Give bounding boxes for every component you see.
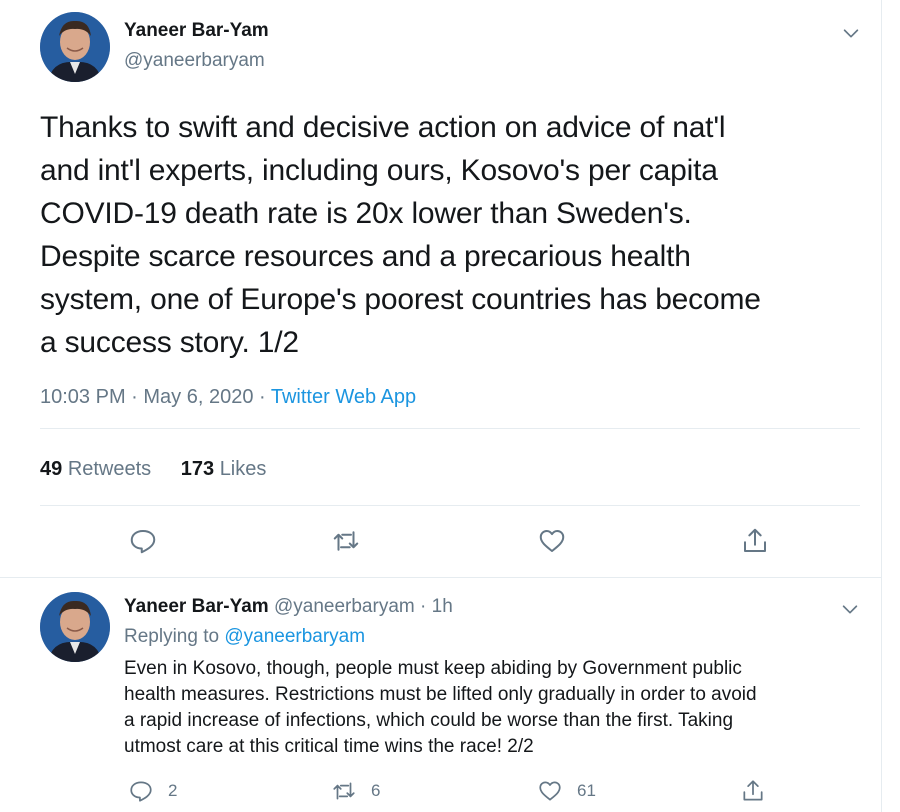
reply-count: 2 [168, 781, 178, 800]
retweet-icon [333, 782, 355, 800]
likes-stat[interactable]: 173 Likes [181, 458, 267, 481]
retweet-button[interactable]: 6 [331, 778, 380, 804]
tweet-text: Even in Kosovo, though, people must keep… [124, 658, 757, 757]
divider [40, 505, 860, 506]
chevron-down-icon[interactable] [840, 22, 862, 44]
like-icon [539, 530, 565, 552]
reply-icon [130, 781, 152, 802]
author-handle[interactable]: @yaneerbaryam [124, 50, 265, 72]
replying-to-link[interactable]: @yaneerbaryam [224, 626, 365, 647]
chevron-down-icon[interactable] [839, 598, 861, 620]
reply-header: Yaneer Bar-Yam @yaneerbaryam · 1h [124, 596, 453, 618]
tweet-source-link[interactable]: Twitter Web App [271, 386, 416, 408]
retweet-count: 6 [371, 781, 381, 800]
retweet-icon [333, 531, 359, 551]
like-button[interactable]: 61 [537, 778, 596, 804]
tweet-timestamp[interactable]: 10:03 PM · May 6, 2020 · [40, 386, 271, 408]
author-handle[interactable]: @yaneerbaryam [274, 596, 415, 617]
replying-prefix: Replying to [124, 626, 225, 647]
retweets-count: 49 [40, 458, 63, 480]
reply-button[interactable] [128, 526, 158, 556]
like-button[interactable] [537, 526, 567, 556]
likes-count: 173 [180, 458, 215, 480]
tweet-meta: 10:03 PM · May 6, 2020 · Twitter Web App [40, 386, 416, 409]
tweet-thread: Yaneer Bar-Yam @yaneerbaryam Thanks to s… [0, 0, 882, 812]
retweet-button[interactable] [331, 526, 361, 556]
avatar[interactable] [40, 12, 110, 82]
tweet-timestamp[interactable]: · 1h [420, 596, 453, 617]
main-tweet: Yaneer Bar-Yam @yaneerbaryam Thanks to s… [0, 0, 882, 578]
reply-icon [130, 530, 156, 554]
author-name[interactable]: Yaneer Bar-Yam [124, 596, 269, 617]
like-count: 61 [577, 781, 596, 800]
likes-label: Likes [219, 458, 267, 480]
tweet-stats: 49 Retweets 173 Likes [40, 458, 290, 481]
reply-button[interactable]: 2 [128, 778, 177, 804]
author-name[interactable]: Yaneer Bar-Yam [124, 20, 269, 42]
share-icon [744, 528, 766, 552]
retweets-label: Retweets [67, 458, 152, 480]
retweets-stat[interactable]: 49 Retweets [40, 458, 151, 481]
divider [40, 428, 860, 429]
share-button[interactable] [740, 526, 770, 556]
share-button[interactable] [740, 778, 780, 804]
share-icon [743, 780, 763, 801]
avatar[interactable] [40, 592, 110, 662]
tweet-text: Thanks to swift and decisive action on a… [40, 111, 761, 359]
like-icon [539, 781, 561, 801]
replying-to: Replying to @yaneerbaryam [124, 626, 365, 648]
